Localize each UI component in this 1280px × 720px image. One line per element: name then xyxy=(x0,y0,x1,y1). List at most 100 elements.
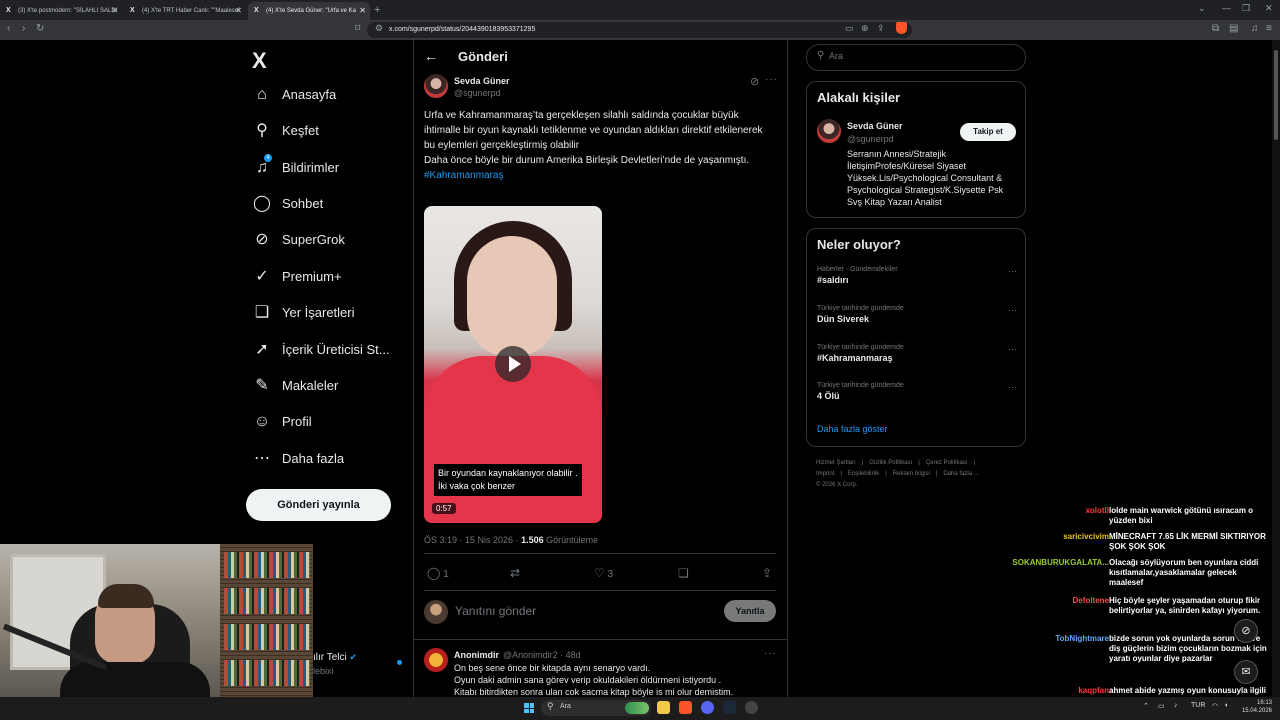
show-more-link[interactable]: Daha fazla göster xyxy=(817,424,888,434)
menu-icon[interactable]: ≡ xyxy=(1266,23,1272,34)
more-options-icon[interactable]: ··· xyxy=(1008,266,1017,276)
account-notification-dot xyxy=(397,660,402,665)
chat-text: Hiç böyle şeyler yaşamadan oturup fikir … xyxy=(1109,596,1261,615)
extensions-icon[interactable]: ⧉ xyxy=(1212,23,1219,34)
playlist-icon[interactable]: ♫ xyxy=(1251,23,1259,34)
account-switcher[interactable]: ılır Telci ✔ lebixi xyxy=(313,652,357,676)
network-icon[interactable]: ▭ xyxy=(1158,702,1165,710)
scrollbar-thumb[interactable] xyxy=(1274,50,1278,140)
sidebar-item-notifications[interactable]: ♫ 4 Bildirimler xyxy=(252,153,402,183)
close-icon[interactable]: ✕ xyxy=(111,2,118,20)
clock[interactable]: 16:13 15.04.2026 xyxy=(1240,699,1272,715)
obs-icon[interactable] xyxy=(745,701,758,714)
bookmark-action[interactable]: ❏ xyxy=(678,566,689,580)
language-indicator[interactable]: TUR xyxy=(1191,702,1205,709)
more-options-icon[interactable]: ··· xyxy=(1008,382,1017,392)
close-window-icon[interactable]: ✕ xyxy=(1265,3,1273,14)
maximize-icon[interactable]: ❐ xyxy=(1242,3,1250,14)
share-action[interactable]: ⇪ xyxy=(762,566,772,580)
brave-browser-icon[interactable] xyxy=(679,701,692,714)
cast-icon[interactable]: ▭ xyxy=(845,23,854,34)
sidebar-item-profile[interactable]: ☺ Profil xyxy=(252,407,402,437)
chat-username: xolotll xyxy=(1085,506,1109,515)
windows-start-icon[interactable] xyxy=(524,703,534,713)
close-icon[interactable]: ✕ xyxy=(235,2,242,20)
sidebar-item-creator-studio[interactable]: ➚ İçerik Üreticisi St... xyxy=(252,335,402,365)
more-options-icon[interactable]: ··· xyxy=(1008,344,1017,354)
bookmark-page-icon[interactable]: ⌑ xyxy=(355,23,360,34)
sidebar-item-home[interactable]: ⌂ Anasayfa xyxy=(252,80,402,110)
comment[interactable]: Anonimdir @Anonimdir2 · 48d ··· On beş s… xyxy=(414,640,787,700)
tweet-video[interactable]: Bir oyundan kaynaklanıyor olabilir . İki … xyxy=(424,206,602,523)
scrollbar[interactable] xyxy=(1272,40,1280,700)
notification-badge: 4 xyxy=(263,153,273,163)
search-input[interactable]: ⚲ Ara xyxy=(806,44,1026,71)
play-icon[interactable] xyxy=(495,346,531,382)
like-action[interactable]: ♡ 3 xyxy=(594,566,613,580)
back-arrow-icon[interactable]: ‹ xyxy=(7,23,10,34)
sidebar-item-explore[interactable]: ⚲ Keşfet xyxy=(252,116,402,146)
messages-fab-icon[interactable]: ✉ xyxy=(1234,660,1258,684)
follow-button[interactable]: Takip et xyxy=(960,123,1016,141)
more-options-icon[interactable]: ··· xyxy=(765,74,778,85)
back-arrow-icon[interactable]: ← xyxy=(424,48,438,64)
browser-tab[interactable]: X (4) X'te TRT Haber Canlı: ""Maalesef ✕ xyxy=(124,2,246,20)
trend-item[interactable]: Haberler · Gündemdekiler #saldırı ··· xyxy=(817,266,1017,285)
footer-links: Hizmet Şartları | Gizlilik Politikası | Çere… xyxy=(816,460,979,488)
sidebar-item-premium[interactable]: ✓ Premium+ xyxy=(252,262,402,292)
avatar[interactable] xyxy=(424,648,448,672)
tweet-handle[interactable]: @sgunerpd xyxy=(454,88,501,98)
trend-item[interactable]: Türkiye tarihinde gündemde #Kahramanmaraş… xyxy=(817,344,1017,363)
share-icon[interactable]: ⇪ xyxy=(877,23,885,34)
close-icon[interactable]: ✕ xyxy=(359,2,366,20)
x-logo[interactable]: X xyxy=(252,48,267,74)
sidebar-item-bookmarks[interactable]: ❏ Yer İşaretleri xyxy=(252,298,402,328)
file-explorer-icon[interactable] xyxy=(657,701,670,714)
volume-icon[interactable]: ◖ xyxy=(1224,702,1228,709)
browser-tab-active[interactable]: X (4) X'te Sevda Güner: "Urfa ve Ka ✕ xyxy=(248,2,370,20)
trend-item[interactable]: Türkiye tarihinde gündemde 4 Ölü ··· xyxy=(817,382,1017,401)
site-info-icon[interactable]: ⚙ xyxy=(375,23,383,34)
reload-icon[interactable]: ↻ xyxy=(36,23,44,34)
trend-item[interactable]: Türkiye tarihinde gündemde Dün Siverek ··· xyxy=(817,305,1017,324)
sidebar-item-more[interactable]: ⋯ Daha fazla xyxy=(252,444,402,474)
steam-icon[interactable] xyxy=(723,701,736,714)
sidebar-item-chat[interactable]: ◯ Sohbet xyxy=(252,189,402,219)
sidebar-item-supergrok[interactable]: ⊘ SuperGrok xyxy=(252,225,402,255)
repost-action[interactable]: ⇄ xyxy=(510,566,520,580)
browser-tab[interactable]: X (3) X'te postmodern: "SİLAHLI SALDI ✕ xyxy=(0,2,122,20)
sidebar-item-articles[interactable]: ✎ Makaleler xyxy=(252,371,402,401)
url-field[interactable]: ⚙ x.com/sgunerpd/status/2044390183953371… xyxy=(367,22,912,38)
reply-action[interactable]: ◯ 1 xyxy=(427,566,449,580)
wallet-icon[interactable]: ▤ xyxy=(1229,23,1238,34)
grok-fab-icon[interactable]: ⊘ xyxy=(1234,619,1258,643)
grok-icon[interactable]: ⊘ xyxy=(750,75,759,88)
tray-chevron-icon[interactable]: ⌃ xyxy=(1143,702,1149,710)
minimize-icon[interactable]: — xyxy=(1222,3,1231,13)
wifi-icon[interactable]: ◠ xyxy=(1212,702,1218,710)
avatar[interactable] xyxy=(817,119,841,143)
new-tab-button[interactable]: + xyxy=(374,2,380,18)
browser-tabbar: X (3) X'te postmodern: "SİLAHLI SALDI ✕ X(… xyxy=(0,0,1280,20)
comment-author[interactable]: Anonimdir xyxy=(454,650,499,660)
reply-input[interactable]: Yanıtını gönder xyxy=(455,604,536,618)
comment-handle[interactable]: @Anonimdir2 · 48d xyxy=(503,650,581,660)
tab-search-icon[interactable]: ⌄ xyxy=(1198,3,1206,14)
bookshelf-books xyxy=(224,660,310,686)
reply-button[interactable]: Yanıtla xyxy=(724,600,776,622)
post-button[interactable]: Gönderi yayınla xyxy=(246,489,391,521)
more-options-icon[interactable]: ··· xyxy=(1008,305,1017,315)
related-handle[interactable]: @sgunerpd xyxy=(847,134,894,144)
brave-shield-icon[interactable] xyxy=(896,22,907,34)
hashtag-link[interactable]: #Kahramanmaraş xyxy=(424,170,503,181)
avatar[interactable] xyxy=(424,74,448,98)
taskbar-search[interactable]: ⚲ Ara xyxy=(541,700,651,716)
discord-icon[interactable] xyxy=(701,701,714,714)
tweet-author[interactable]: Sevda Güner xyxy=(454,76,510,86)
zoom-icon[interactable]: ⊕ xyxy=(861,23,869,34)
related-name[interactable]: Sevda Güner xyxy=(847,121,903,131)
more-options-icon[interactable]: ··· xyxy=(764,648,777,659)
forward-arrow-icon[interactable]: › xyxy=(22,23,25,34)
mic-icon[interactable]: ♪ xyxy=(1174,702,1178,709)
chat-message: TobNightmare bizde sorun yok oyunlarda so… xyxy=(990,634,1272,686)
